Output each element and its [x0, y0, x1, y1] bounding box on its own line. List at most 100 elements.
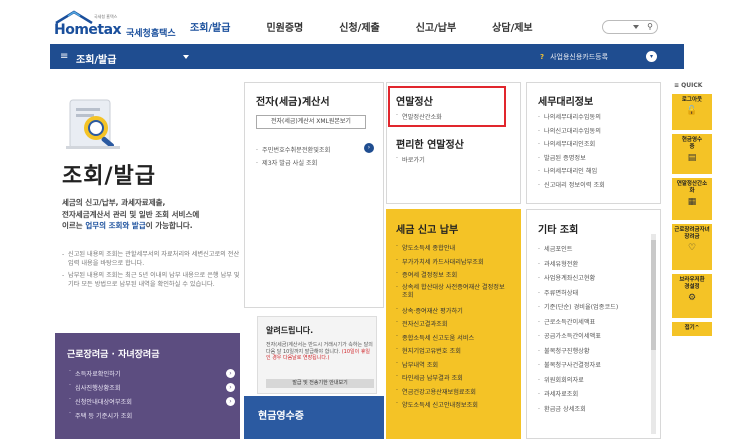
quick-logout-label: 로그아웃 — [681, 97, 703, 103]
tax-report-item[interactable]: 부가가치세 카드사대리납부조회 — [396, 257, 512, 271]
arrow-right-icon[interactable]: › — [226, 369, 235, 378]
other-item[interactable]: 과세자료조회 — [538, 388, 618, 403]
yearend-simplify-link[interactable]: 연말정산간소화 — [396, 112, 442, 121]
doc-icon: ▦ — [687, 197, 697, 207]
tax-report-item[interactable]: 연금건강고용산재보험료조회 — [396, 387, 512, 401]
chevron-down-circle-icon[interactable]: ▾ — [646, 51, 657, 62]
other-item[interactable]: 환급금 상세조회 — [538, 403, 618, 418]
scrollbar-thumb[interactable] — [651, 240, 656, 350]
shortcut-link[interactable]: 바로가기 — [396, 155, 425, 164]
arrow-right-circle-icon[interactable]: › — [364, 143, 374, 153]
quick-collapse-button[interactable]: 접기^ — [672, 322, 712, 336]
einvoice-title: 전자(세금)계산서 — [256, 97, 330, 108]
other-item[interactable]: 근로소득간이세액표 — [538, 316, 618, 331]
other-item[interactable]: 사업용계좌신고현황 — [538, 272, 618, 287]
incentive-item[interactable]: 소득자료확인하기 › — [67, 368, 237, 383]
einvoice-list: 주민번호수취분전환및조회 제3자 발급 사실 조회 — [256, 144, 330, 170]
tax-report-title: 세금 신고 납부 — [396, 225, 459, 236]
receipt-icon: ▤ — [687, 153, 697, 163]
notes-list: 신고된 내용의 조회는 관할세무서의 자료처리와 세변신고로의 전산 입력 내용… — [62, 250, 242, 292]
search-icon[interactable]: ⚲ — [644, 22, 656, 32]
menu-item-report[interactable]: 신고/납부 — [416, 19, 456, 34]
cash-receipt-box[interactable]: 현금영수증 — [244, 396, 384, 439]
gear-icon: ⚙ — [687, 293, 697, 303]
question-icon: ? — [540, 53, 545, 61]
tax-report-item-label: 상속세 합산대상 사전증여재산 결정정보 조회 — [402, 283, 505, 299]
tax-report-item[interactable]: 전자신고결과조회 — [396, 319, 512, 333]
other-item[interactable]: 과세유형전환 — [538, 258, 618, 273]
incentive-item[interactable]: 심사진행상황조회 › — [67, 382, 237, 397]
page-description: 세금의 신고/납부, 과세자료제출, 전자세금계산서 관리 및 일반 조회 서비… — [62, 197, 238, 232]
einvoice-item[interactable]: 제3자 발급 사실 조회 — [256, 157, 330, 170]
tax-report-item[interactable]: 양도소득세 신고안내정보조회 — [396, 400, 512, 414]
other-item[interactable]: 세금포인트 — [538, 243, 618, 258]
menu-item-consult[interactable]: 상담/제보 — [492, 19, 532, 34]
quick-cash-receipt-label: 현금영수증 — [681, 137, 703, 150]
section-title[interactable]: 조회/발급 — [76, 51, 116, 66]
tax-report-item[interactable]: 증여세 결정정보 조회 — [396, 270, 512, 284]
top-navigation: 국세청 홈택스 Hometax 국세청홈택스 조회/발급 민원증명 신청/제출 … — [0, 0, 737, 44]
other-inquiry-title: 기타 조회 — [538, 225, 579, 236]
quick-incentive[interactable]: 근로장려금자녀장려금 ♡ — [672, 224, 712, 270]
inquiry-hero-icon — [66, 99, 120, 149]
other-item[interactable]: 공급가소득간이세액표 — [538, 330, 618, 345]
note-item: 신고된 내용의 조회는 관할세무서의 자료처리와 세변신고로의 전산 입력 내용… — [62, 250, 242, 268]
main-menu: 조회/발급 민원증명 신청/제출 신고/납부 상담/제보 — [190, 19, 569, 34]
scrollbar[interactable] — [651, 234, 656, 434]
menu-item-inquiry[interactable]: 조회/발급 — [190, 19, 230, 34]
agent-item[interactable]: 나의신고대리수임동의 — [538, 125, 605, 139]
tax-report-item[interactable]: 종합소득세 신고도움 서비스 — [396, 333, 512, 347]
logo-korean-name: 국세청홈택스 — [126, 29, 176, 39]
note-item: 납부된 내용의 조회는 최근 5년 이내의 납부 내용으로 은행 납부 및 기타… — [62, 271, 242, 289]
section-bar: ≡ 조회/발급 ? 사업용신용카드등록 ▾ — [50, 44, 684, 69]
tax-report-item[interactable]: 양도소득세 종합안내 — [396, 243, 512, 257]
menu-item-apply[interactable]: 신청/제출 — [339, 19, 379, 34]
quick-yearend-label: 연말정산간소화 — [676, 181, 708, 194]
search-dropdown-icon[interactable] — [633, 25, 639, 29]
tax-report-item[interactable]: 상속·증여재산 평가하기 — [396, 306, 512, 320]
hamburger-menu-icon[interactable]: ≡ — [60, 51, 68, 62]
tax-report-item[interactable]: 상속세 합산대상 사전증여재산 결정정보 조회 — [396, 284, 512, 306]
other-item[interactable]: 위원회회의자료 — [538, 374, 618, 389]
easy-yearend-list: 바로가기 — [396, 155, 425, 164]
arrow-right-icon[interactable]: › — [226, 397, 235, 406]
other-item[interactable]: 기준(단순) 경비율(업종코드) — [538, 301, 618, 316]
desc-line-1: 세금의 신고/납부, 과세자료제출, — [62, 198, 166, 207]
quick-header: ≡ QUICK — [674, 82, 703, 89]
quick-logout[interactable]: 로그아웃 🔓 — [672, 94, 712, 130]
agent-item[interactable]: 나의세무대리인 해임 — [538, 165, 605, 179]
agent-item[interactable]: 발급된 증명정보 — [538, 152, 605, 166]
agent-item[interactable]: 나의세무대리인조회 — [538, 138, 605, 152]
desc-line-3: 이르는 업무의 조회와 발급이 가능합니다. — [62, 220, 238, 232]
tax-report-item[interactable]: 납부내역 조회 — [396, 360, 512, 374]
menu-item-certificate[interactable]: 민원증명 — [266, 19, 303, 34]
tax-report-item[interactable]: 현지기업고유번호 조회 — [396, 346, 512, 360]
hometax-logo[interactable]: 국세청 홈택스 Hometax 국세청홈택스 — [50, 10, 180, 40]
incentive-item[interactable]: 주택 등 기준시가 조회 — [67, 410, 237, 425]
incentive-title: 근로장려금 · 자녀장려금 — [67, 350, 160, 360]
search-box[interactable]: ⚲ — [602, 20, 658, 34]
incentive-item[interactable]: 신청안내대상여부조회 › — [67, 396, 237, 411]
business-card-register-link[interactable]: ? 사업용신용카드등록 — [540, 52, 608, 62]
tax-report-list: 양도소득세 종합안내 부가가치세 카드사대리납부조회 증여세 결정정보 조회 상… — [396, 243, 512, 414]
quick-browser-settings[interactable]: 브라우저환경설정 ⚙ — [672, 274, 712, 318]
einvoice-item[interactable]: 주민번호수취분전환및조회 — [256, 144, 330, 157]
xml-view-button[interactable]: 전자(세금)계산서 XML원본보기 — [256, 115, 366, 129]
agent-list: 나의세무대리수임동의 나의신고대리수임동의 나의세무대리인조회 발급된 증명정보… — [538, 111, 605, 192]
agent-item[interactable]: 나의세무대리수임동의 — [538, 111, 605, 125]
logo-subtitle: 국세청 홈택스 — [94, 14, 118, 19]
deadline-guide-button[interactable]: 발급 및 전송기한 안내보기 — [266, 379, 374, 388]
other-item[interactable]: 주류면허상태 — [538, 287, 618, 302]
other-item[interactable]: 불복청구진행상황 — [538, 345, 618, 360]
easy-yearend-title: 편리한 연말정산 — [396, 140, 464, 151]
notice-box: 알려드립니다. 전자(세금)계산서는 반드시 거래시기가 속하는 달의 다음 달… — [257, 316, 377, 394]
incentive-item-label: 소득자료확인하기 — [75, 371, 121, 378]
other-item[interactable]: 불복청구사건결정자료 — [538, 359, 618, 374]
quick-yearend[interactable]: 연말정산간소화 ▦ — [672, 178, 712, 220]
chevron-down-icon[interactable] — [183, 55, 189, 59]
tax-report-item[interactable]: 타인세금 납부결과 조회 — [396, 373, 512, 387]
quick-cash-receipt[interactable]: 현금영수증 ▤ — [672, 134, 712, 174]
arrow-right-icon[interactable]: › — [226, 383, 235, 392]
agent-item[interactable]: 신고대리 정보이력 조회 — [538, 179, 605, 193]
yearend-list: 연말정산간소화 — [396, 112, 442, 121]
